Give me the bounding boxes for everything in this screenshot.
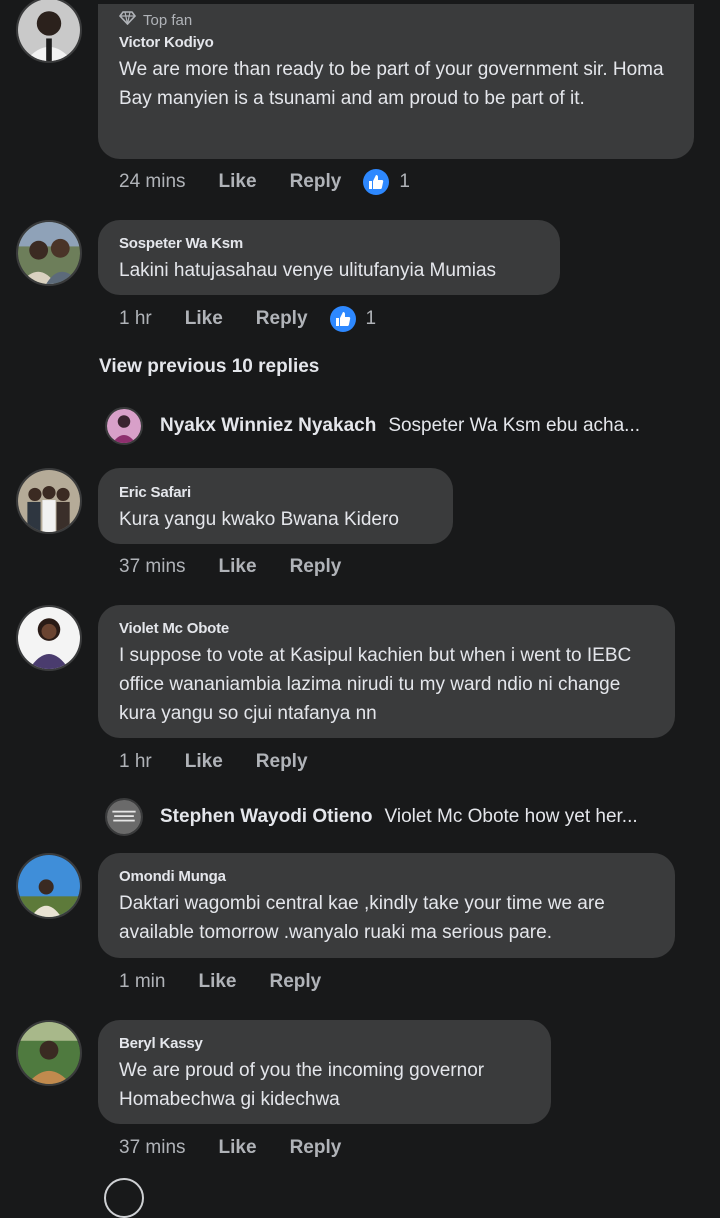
comment-time[interactable]: 1 hr [119, 751, 152, 773]
comment-text: We are proud of you the incoming governo… [119, 1060, 485, 1110]
comment-author[interactable]: Victor Kodiyo [119, 33, 672, 53]
reply-author[interactable]: Nyakx Winniez Nyakach [160, 415, 376, 437]
like-button[interactable]: Like [219, 1137, 257, 1159]
comment-bubble: Omondi Munga Daktari wagombi central kae… [98, 853, 675, 958]
avatar[interactable] [16, 853, 82, 919]
like-button[interactable]: Like [185, 751, 223, 773]
comment-bubble: Beryl Kassy We are proud of you the inco… [98, 1020, 551, 1124]
reply-preview: Violet Mc Obote how yet her... [384, 806, 638, 827]
reply-button[interactable]: Reply [290, 556, 342, 578]
comment-actions: 37 mins Like Reply [119, 1134, 341, 1162]
comment-time[interactable]: 37 mins [119, 556, 186, 578]
reply-button[interactable]: Reply [290, 1137, 342, 1159]
reaction-summary[interactable]: 1 [329, 306, 377, 332]
reaction-count: 1 [399, 171, 410, 192]
diamond-icon [118, 11, 137, 30]
collapsed-reply[interactable]: Stephen Wayodi Otieno Violet Mc Obote ho… [105, 796, 705, 838]
top-fan-badge: Top fan [118, 11, 672, 30]
view-previous-replies-link[interactable]: View previous 10 replies [99, 356, 319, 378]
comment-author[interactable]: Omondi Munga [119, 867, 653, 887]
avatar[interactable] [16, 468, 82, 534]
avatar[interactable] [16, 0, 82, 63]
reply-button[interactable]: Reply [256, 751, 308, 773]
comment-actions: 24 mins Like Reply 1 [119, 168, 410, 196]
thumbs-up-icon [363, 169, 390, 195]
comment-bubble: Sospeter Wa Ksm Lakini hatujasahau venye… [98, 220, 560, 295]
avatar[interactable] [105, 407, 143, 445]
comment-bubble: Top fan Victor Kodiyo We are more than r… [98, 4, 694, 159]
comment-author[interactable]: Sospeter Wa Ksm [119, 234, 538, 254]
reply-button[interactable]: Reply [270, 971, 322, 993]
comment-author[interactable]: Violet Mc Obote [119, 619, 653, 639]
comment-time[interactable]: 1 min [119, 971, 165, 993]
comment-bubble: Violet Mc Obote I suppose to vote at Kas… [98, 605, 675, 738]
avatar[interactable] [16, 220, 82, 286]
comment-time[interactable]: 24 mins [119, 171, 186, 193]
avatar[interactable] [104, 1178, 144, 1218]
comment-text: Daktari wagombi central kae ,kindly take… [119, 893, 605, 943]
reply-button[interactable]: Reply [256, 308, 308, 330]
comment-text: Lakini hatujasahau venye ulitufanyia Mum… [119, 260, 497, 281]
badge-label: Top fan [143, 11, 193, 29]
reaction-summary[interactable]: 1 [363, 169, 410, 195]
comment-actions: 37 mins Like Reply [119, 553, 341, 581]
like-button[interactable]: Like [198, 971, 236, 993]
like-button[interactable]: Like [219, 556, 257, 578]
reply-button[interactable]: Reply [290, 171, 342, 193]
comment-time[interactable]: 1 hr [119, 308, 152, 330]
comment-author[interactable]: Eric Safari [119, 483, 431, 503]
like-button[interactable]: Like [219, 171, 257, 193]
comment-actions: 1 hr Like Reply [119, 748, 308, 776]
reply-author[interactable]: Stephen Wayodi Otieno [160, 806, 373, 828]
thumbs-up-icon [329, 306, 356, 332]
comment-time[interactable]: 37 mins [119, 1137, 186, 1159]
avatar[interactable] [105, 798, 143, 836]
reply-preview: Sospeter Wa Ksm ebu acha... [388, 415, 641, 436]
avatar[interactable] [16, 605, 82, 671]
comment-text: We are more than ready to be part of you… [119, 59, 664, 109]
comment-bubble: Eric Safari Kura yangu kwako Bwana Kider… [98, 468, 453, 544]
comment-author[interactable]: Beryl Kassy [119, 1034, 529, 1054]
reaction-count: 1 [365, 308, 377, 329]
like-button[interactable]: Like [185, 308, 223, 330]
collapsed-reply[interactable]: Nyakx Winniez Nyakach Sospeter Wa Ksm eb… [105, 405, 705, 447]
avatar[interactable] [16, 1020, 82, 1086]
comment-text: I suppose to vote at Kasipul kachien but… [119, 645, 632, 724]
comment-actions: 1 min Like Reply [119, 968, 321, 996]
comment-text: Kura yangu kwako Bwana Kidero [119, 509, 399, 530]
comment-actions: 1 hr Like Reply 1 [119, 305, 376, 333]
